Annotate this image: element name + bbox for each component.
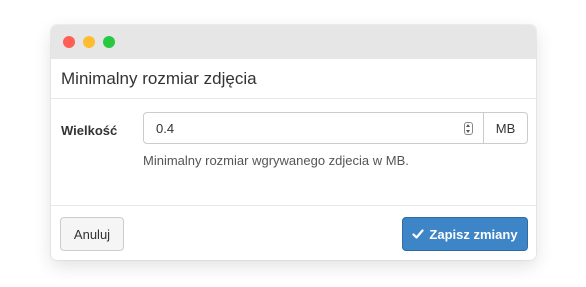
minimize-window-button[interactable] <box>83 36 95 48</box>
maximize-window-button[interactable] <box>103 36 115 48</box>
dialog-window: Minimalny rozmiar zdjęcia Wielkość 0.4 M… <box>51 25 536 260</box>
spinner-icon[interactable] <box>464 121 473 135</box>
dialog-header: Minimalny rozmiar zdjęcia <box>51 59 536 99</box>
dialog-footer: Anuluj Zapisz zmiany <box>51 206 536 260</box>
size-input-value: 0.4 <box>156 120 175 136</box>
cancel-button[interactable]: Anuluj <box>60 217 124 251</box>
size-input-group: 0.4 MB <box>143 112 528 144</box>
unit-addon: MB <box>484 112 528 144</box>
cancel-button-label: Anuluj <box>73 226 111 242</box>
size-input[interactable]: 0.4 <box>143 112 484 144</box>
size-label: Wielkość <box>61 123 118 138</box>
check-icon <box>412 228 425 240</box>
save-changes-button[interactable]: Zapisz zmiany <box>402 217 528 251</box>
dialog-title: Minimalny rozmiar zdjęcia <box>61 68 257 88</box>
dialog-body: Wielkość 0.4 MB Minimalny rozmiar wgrywa… <box>51 99 536 206</box>
save-button-label: Zapisz zmiany <box>429 226 518 242</box>
window-titlebar <box>51 25 536 59</box>
help-text: Minimalny rozmiar wgrywanego zdjecia w M… <box>143 153 409 168</box>
close-window-button[interactable] <box>63 36 75 48</box>
